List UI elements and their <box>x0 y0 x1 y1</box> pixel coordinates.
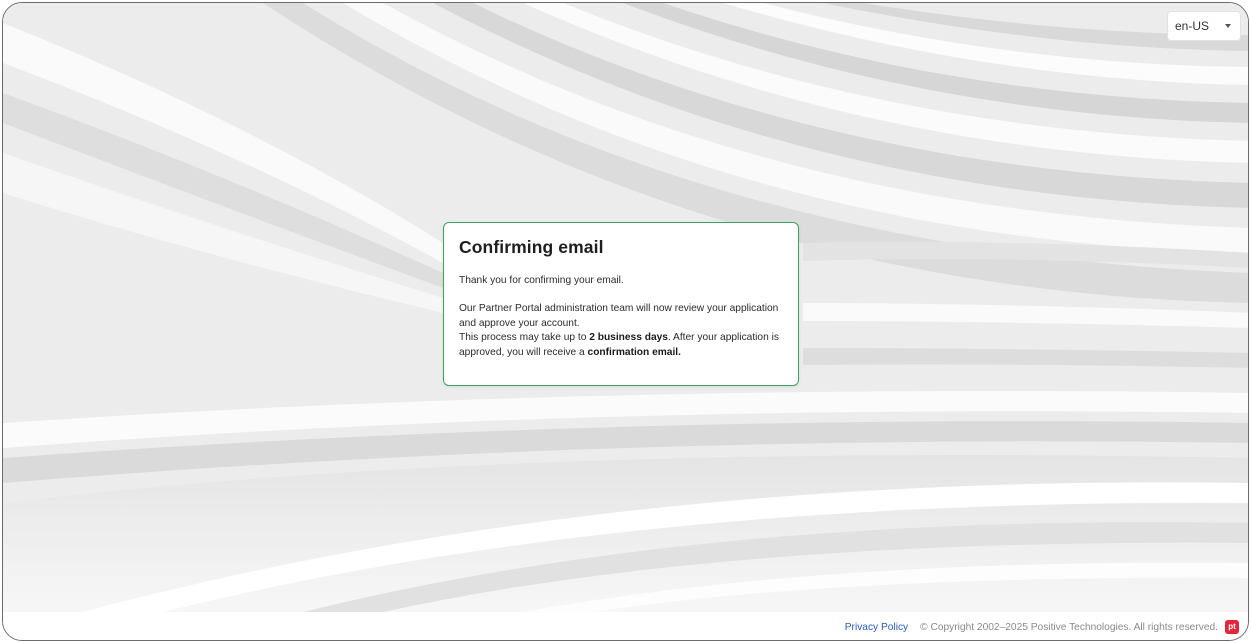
review-line-1: Our Partner Portal administration team w… <box>459 303 779 329</box>
privacy-policy-link[interactable]: Privacy Policy <box>845 622 908 633</box>
browser-viewport: en-US Confirming email Thank you for con… <box>2 2 1249 641</box>
chevron-down-icon <box>1225 24 1231 28</box>
positive-technologies-logo: pt <box>1225 620 1239 634</box>
confirmation-card: Confirming email Thank you for confirmin… <box>443 222 799 386</box>
review-line-2-prefix: This process may take up to <box>459 332 590 344</box>
copyright-text: © Copyright 2002–2025 Positive Technolog… <box>920 621 1218 633</box>
footer: Privacy Policy © Copyright 2002–2025 Pos… <box>3 612 1248 640</box>
card-title: Confirming email <box>459 237 604 257</box>
language-select-value: en-US <box>1175 19 1210 33</box>
thank-you-text: Thank you for confirming your email. <box>459 275 624 286</box>
footer-links: Privacy Policy © Copyright 2002–2025 Pos… <box>845 612 1218 640</box>
language-select[interactable]: en-US <box>1168 12 1240 40</box>
review-text: Our Partner Portal administration team w… <box>459 302 783 360</box>
confirmation-email-bold: confirmation email. <box>587 346 681 358</box>
business-days-bold: 2 business days <box>589 332 668 344</box>
